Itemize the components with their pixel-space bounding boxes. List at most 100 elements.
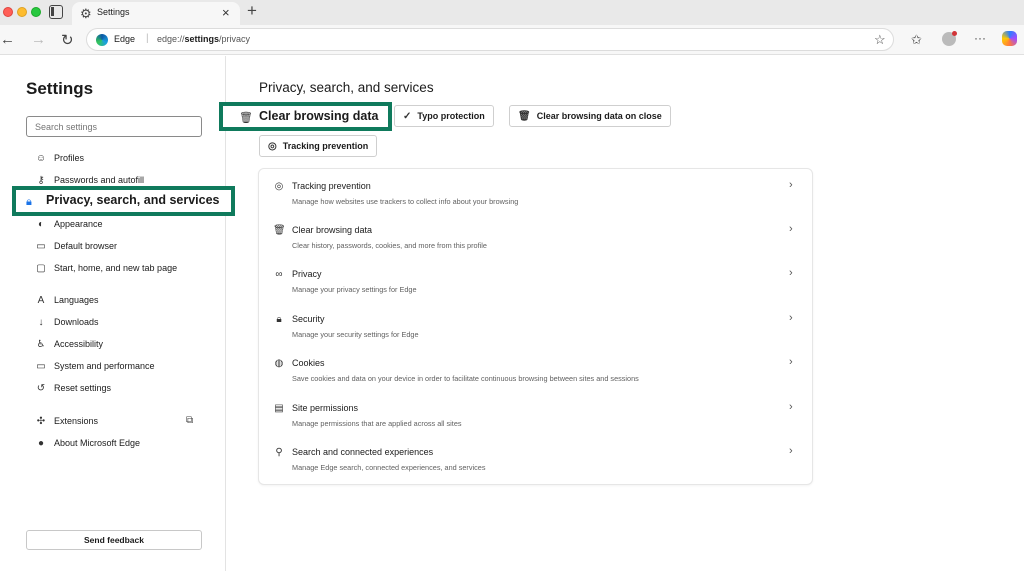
row-description: Manage your security settings for Edge: [292, 330, 419, 339]
sidebar-item-reset[interactable]: ↺ Reset settings: [35, 379, 111, 397]
chevron-right-icon: ›: [789, 223, 793, 235]
lock-icon: 🔒︎: [26, 196, 32, 208]
tab-settings[interactable]: ⚙ Settings ×: [72, 2, 240, 25]
sidebar-item-default-browser[interactable]: ▭ Default browser: [35, 237, 117, 255]
row-title: Cookies: [292, 358, 325, 368]
tab-title: Settings: [97, 7, 130, 17]
sidebar-item-label: Accessibility: [54, 339, 104, 349]
profile-icon: ☺: [35, 152, 47, 164]
sidebar-item-languages[interactable]: A Languages: [35, 291, 99, 309]
tracking-icon: ◎: [268, 140, 277, 152]
sidebar-item-label: Downloads: [54, 317, 99, 327]
copilot-icon[interactable]: [1002, 31, 1017, 46]
chevron-right-icon: ›: [789, 445, 793, 457]
settings-sidebar: Settings ☺ Profiles ⚷ Passwords and autofi…: [0, 56, 235, 571]
chip-label: Clear browsing data on close: [536, 111, 662, 121]
sidebar-item-accessibility[interactable]: ♿︎ Accessibility: [35, 335, 104, 353]
sidebar-item-label: Start, home, and new tab page: [54, 263, 178, 273]
url-separator: |: [146, 33, 149, 44]
row-search-connected[interactable]: ⚲ Search and connected experiences Manag…: [259, 435, 812, 479]
chevron-right-icon: ›: [789, 356, 793, 368]
edge-icon: ●: [37, 437, 45, 449]
row-title: Tracking prevention: [292, 181, 371, 191]
key-icon: ⚷: [37, 174, 45, 186]
home-icon: ▢: [36, 262, 46, 274]
maximize-window-button[interactable]: [31, 7, 41, 17]
search-icon: ⚲: [275, 447, 283, 458]
profile-icon[interactable]: [942, 31, 957, 46]
cookie-icon: ◍: [274, 358, 284, 369]
sidebar-item-downloads[interactable]: ↓ Downloads: [35, 313, 99, 331]
row-tracking-prevention[interactable]: ◎ Tracking prevention Manage how website…: [259, 169, 812, 213]
sidebar-item-system[interactable]: ▭ System and performance: [35, 357, 154, 375]
address-toolbar: ← → ↻ Edge | edge://settings/privacy ☆: [0, 25, 1024, 55]
sidebar-item-privacy[interactable]: 🔒︎ Privacy, search, and services: [12, 186, 235, 216]
sidebar-item-label: Appearance: [54, 219, 103, 229]
row-description: Clear history, passwords, cookies, and m…: [292, 241, 487, 250]
chip-label: Tracking prevention: [282, 141, 369, 151]
trash-icon: 🗑︎: [239, 112, 253, 124]
puzzle-icon: ✣: [36, 415, 46, 427]
row-cookies[interactable]: ◍ Cookies Save cookies and data on your …: [259, 346, 812, 390]
settings-card: ◎ Tracking prevention Manage how website…: [258, 168, 813, 485]
search-settings-input[interactable]: [26, 116, 202, 137]
sidebar-item-about[interactable]: ● About Microsoft Edge: [35, 434, 140, 452]
appearance-icon: ◐: [37, 218, 45, 230]
sidebar-item-label: Reset settings: [54, 383, 112, 393]
row-security[interactable]: 🔒︎ Security Manage your security setting…: [259, 302, 812, 346]
row-title: Site permissions: [292, 403, 359, 413]
row-clear-browsing-data[interactable]: 🗑︎ Clear browsing data Clear history, pa…: [259, 213, 812, 257]
row-privacy[interactable]: ∞ Privacy Manage your privacy settings f…: [259, 257, 812, 301]
row-description: Manage Edge search, connected experience…: [292, 463, 486, 472]
sidebar-item-profiles[interactable]: ☺ Profiles: [35, 149, 84, 167]
chip-label: Clear browsing data: [259, 109, 379, 123]
tab-actions-icon[interactable]: [49, 5, 63, 19]
row-title: Privacy: [292, 269, 322, 279]
spellcheck-icon: ✓: [403, 110, 412, 122]
chip-clear-on-close[interactable]: 🗑︎ Clear browsing data on close: [509, 105, 671, 127]
close-window-button[interactable]: [3, 7, 13, 17]
forward-icon[interactable]: →: [31, 31, 46, 48]
url-suffix: /privacy: [219, 34, 251, 44]
address-bar[interactable]: Edge | edge://settings/privacy ☆: [86, 28, 894, 51]
chip-clear-browsing-data[interactable]: 🗑︎ Clear browsing data: [219, 102, 392, 131]
url-site-label: Edge: [114, 34, 136, 44]
sidebar-item-label: Privacy, search, and services: [46, 193, 220, 207]
download-icon: ↓: [38, 316, 44, 328]
chevron-right-icon: ›: [789, 401, 793, 413]
row-site-permissions[interactable]: ▤ Site permissions Manage permissions th…: [259, 391, 812, 435]
chip-typo-protection[interactable]: ✓ Typo protection: [394, 105, 494, 127]
privacy-glasses-icon: ∞: [275, 269, 283, 280]
sidebar-item-label: Languages: [54, 295, 99, 305]
minimize-window-button[interactable]: [17, 7, 27, 17]
sidebar-item-label: Profiles: [54, 153, 85, 163]
lock-icon: 🔒︎: [276, 314, 282, 325]
back-icon[interactable]: ←: [0, 31, 15, 48]
trash-icon: 🗑︎: [273, 225, 286, 236]
send-feedback-button[interactable]: Send feedback: [26, 530, 202, 550]
sidebar-item-label: About Microsoft Edge: [54, 438, 141, 448]
tab-bar: ⚙ Settings × +: [0, 0, 1024, 25]
chevron-right-icon: ›: [789, 267, 793, 279]
url-text[interactable]: edge://settings/privacy: [157, 34, 250, 44]
close-icon[interactable]: ×: [222, 5, 230, 20]
row-description: Manage permissions that are applied acro…: [292, 419, 462, 428]
accessibility-icon: ♿︎: [36, 338, 46, 350]
sidebar-item-label: Default browser: [54, 241, 118, 251]
favorite-star-icon[interactable]: ☆: [874, 32, 886, 48]
sidebar-title: Settings: [26, 79, 94, 98]
refresh-icon[interactable]: ↻: [61, 31, 74, 49]
edge-icon: [96, 34, 108, 46]
more-icon[interactable]: ···: [974, 31, 986, 45]
page-title: Privacy, search, and services: [259, 80, 434, 95]
favorites-icon[interactable]: ✩: [911, 32, 922, 48]
row-title: Search and connected experiences: [292, 447, 434, 457]
sidebar-item-appearance[interactable]: ◐ Appearance: [35, 215, 103, 233]
sidebar-item-extensions[interactable]: ✣ Extensions: [35, 412, 98, 430]
chip-tracking-prevention[interactable]: ◎ Tracking prevention: [259, 135, 378, 157]
row-title: Clear browsing data: [292, 225, 373, 235]
new-tab-icon[interactable]: +: [247, 1, 257, 21]
external-link-icon: ⧉: [186, 415, 194, 426]
laptop-icon: ▭: [36, 360, 46, 372]
sidebar-item-start-home[interactable]: ▢ Start, home, and new tab page: [35, 259, 177, 277]
